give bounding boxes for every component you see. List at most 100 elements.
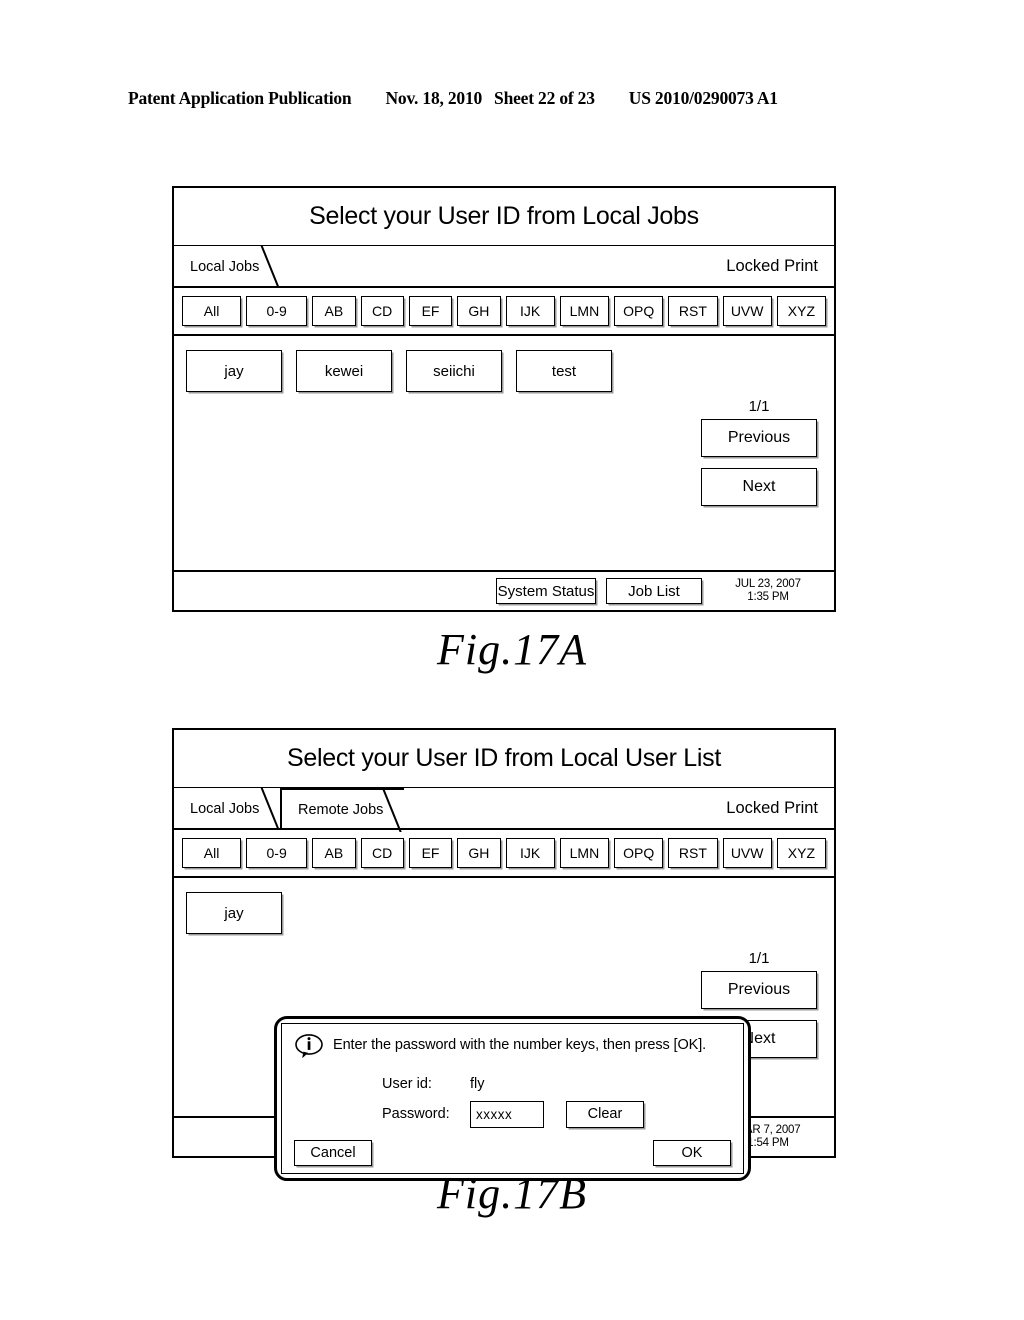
letter-filter-row: All 0-9 AB CD EF GH IJK LMN OPQ RST UVW …: [174, 830, 834, 878]
letter-filter-row: All 0-9 AB CD EF GH IJK LMN OPQ RST UVW …: [174, 288, 834, 336]
filter-label: LMN: [569, 845, 600, 861]
tab-slant-edge: [260, 246, 282, 288]
filter-button-xyz[interactable]: XYZ: [776, 296, 827, 326]
filter-label: EF: [421, 845, 440, 861]
patent-date: Nov. 18, 2010: [385, 88, 483, 108]
ok-label: OK: [681, 1145, 703, 1161]
user-button-label: seiichi: [433, 362, 475, 380]
filter-button-cd[interactable]: CD: [360, 296, 404, 326]
filter-label: UVW: [730, 303, 764, 319]
filter-label: All: [203, 303, 220, 319]
user-button[interactable]: test: [516, 350, 612, 392]
filter-label: GH: [468, 303, 490, 319]
patent-publication-label: Patent Application Publication: [128, 88, 352, 108]
filter-label: IJK: [520, 845, 541, 861]
next-button[interactable]: Next: [701, 468, 817, 506]
user-list-area: jay kewei seiichi test 1/1 Previous Next: [174, 336, 834, 540]
user-list-area: jay 1/1 Previous Next Enter the password…: [174, 878, 834, 1181]
filter-button-all[interactable]: All: [182, 296, 242, 326]
system-status-button[interactable]: System Status: [496, 578, 596, 604]
filter-label: AB: [324, 845, 344, 861]
user-id-row: User id: fly: [382, 1071, 729, 1097]
info-icon: [295, 1034, 323, 1059]
mode-label-text: Locked Print: [726, 798, 818, 817]
previous-button[interactable]: Previous: [701, 971, 817, 1009]
filter-label: UVW: [730, 845, 764, 861]
date-time-display: JUL 23, 2007 1:35 PM: [712, 578, 824, 604]
filter-button-opq[interactable]: OPQ: [614, 838, 664, 868]
filter-label: 0-9: [266, 303, 287, 319]
filter-button-ef[interactable]: EF: [408, 296, 453, 326]
user-button[interactable]: kewei: [296, 350, 392, 392]
filter-button-opq[interactable]: OPQ: [614, 296, 664, 326]
user-id-value: fly: [470, 1076, 485, 1092]
job-list-label: Job List: [628, 582, 680, 600]
filter-button-ijk[interactable]: IJK: [505, 296, 555, 326]
filter-button-gh[interactable]: GH: [457, 296, 501, 326]
tab-local-jobs[interactable]: Local Jobs: [174, 788, 282, 830]
password-row: Password: xxxxx Clear: [382, 1100, 729, 1128]
filter-label: RST: [678, 845, 707, 861]
footer-bar: System Status Job List JUL 23, 2007 1:35…: [174, 570, 834, 610]
user-button-label: test: [551, 362, 577, 380]
user-button-row: jay kewei seiichi test: [186, 350, 824, 392]
filter-button-gh[interactable]: GH: [457, 838, 501, 868]
filter-button-uvw[interactable]: UVW: [722, 838, 772, 868]
filter-button-ab[interactable]: AB: [312, 838, 356, 868]
mode-label: Locked Print: [726, 788, 834, 828]
pagination: 1/1 Previous Next: [701, 398, 817, 517]
filter-button-ijk[interactable]: IJK: [505, 838, 555, 868]
user-button[interactable]: jay: [186, 350, 282, 392]
filter-button-all[interactable]: All: [182, 838, 242, 868]
date-text: JUL 23, 2007: [735, 578, 801, 590]
user-button[interactable]: jay: [186, 892, 282, 934]
filter-label: IJK: [520, 303, 541, 319]
title-bar: Select your User ID from Local Jobs: [174, 188, 834, 246]
tab-label: Remote Jobs: [298, 802, 384, 818]
filter-button-rst[interactable]: RST: [668, 838, 718, 868]
patent-publication-number: US 2010/0290073 A1: [628, 88, 778, 108]
user-button[interactable]: seiichi: [406, 350, 502, 392]
filter-label: GH: [468, 845, 490, 861]
tab-remote-jobs[interactable]: Remote Jobs: [280, 788, 404, 830]
patent-sheet: Patent Application Publication Nov. 18, …: [0, 0, 1024, 1320]
mode-label-text: Locked Print: [726, 256, 818, 275]
page-counter: 1/1: [748, 950, 770, 967]
user-button-label: jay: [224, 362, 244, 380]
filter-button-0-9[interactable]: 0-9: [246, 838, 308, 868]
page-counter: 1/1: [748, 398, 770, 415]
user-button-label: kewei: [324, 362, 364, 380]
filter-button-cd[interactable]: CD: [360, 838, 404, 868]
user-id-label: User id:: [382, 1076, 432, 1092]
next-label: Next: [742, 478, 776, 495]
filter-button-ef[interactable]: EF: [408, 838, 453, 868]
filter-button-0-9[interactable]: 0-9: [246, 296, 308, 326]
clear-button[interactable]: Clear: [566, 1100, 644, 1128]
filter-button-uvw[interactable]: UVW: [722, 296, 772, 326]
tab-label: Local Jobs: [190, 259, 260, 275]
filter-button-xyz[interactable]: XYZ: [776, 838, 827, 868]
user-button-label: jay: [224, 904, 244, 922]
mode-label: Locked Print: [726, 246, 834, 286]
filter-button-rst[interactable]: RST: [668, 296, 718, 326]
figure-caption-17a: Fig.17A: [437, 625, 587, 674]
dialog-message-row: Enter the password with the number keys,…: [294, 1034, 729, 1059]
previous-button[interactable]: Previous: [701, 419, 817, 457]
screen-panel-17b: Select your User ID from Local User List…: [172, 728, 836, 1181]
previous-label: Previous: [727, 981, 791, 998]
tab-strip: Local Jobs Remote Jobs Locked Print: [174, 788, 834, 830]
job-list-button[interactable]: Job List: [606, 578, 702, 604]
page-title: Select your User ID from Local User List: [287, 744, 721, 772]
tab-label: Local Jobs: [190, 801, 260, 817]
filter-button-lmn[interactable]: LMN: [559, 838, 610, 868]
ok-button[interactable]: OK: [653, 1140, 731, 1166]
filter-button-lmn[interactable]: LMN: [559, 296, 610, 326]
patent-sheet-number: Sheet 22 of 23: [494, 88, 595, 108]
cancel-button[interactable]: Cancel: [294, 1140, 372, 1166]
filter-label: XYZ: [787, 303, 816, 319]
filter-button-ab[interactable]: AB: [312, 296, 356, 326]
password-value: xxxxx: [476, 1106, 513, 1122]
clear-label: Clear: [587, 1106, 623, 1122]
tab-local-jobs[interactable]: Local Jobs: [174, 246, 282, 288]
password-input[interactable]: xxxxx: [470, 1100, 544, 1128]
